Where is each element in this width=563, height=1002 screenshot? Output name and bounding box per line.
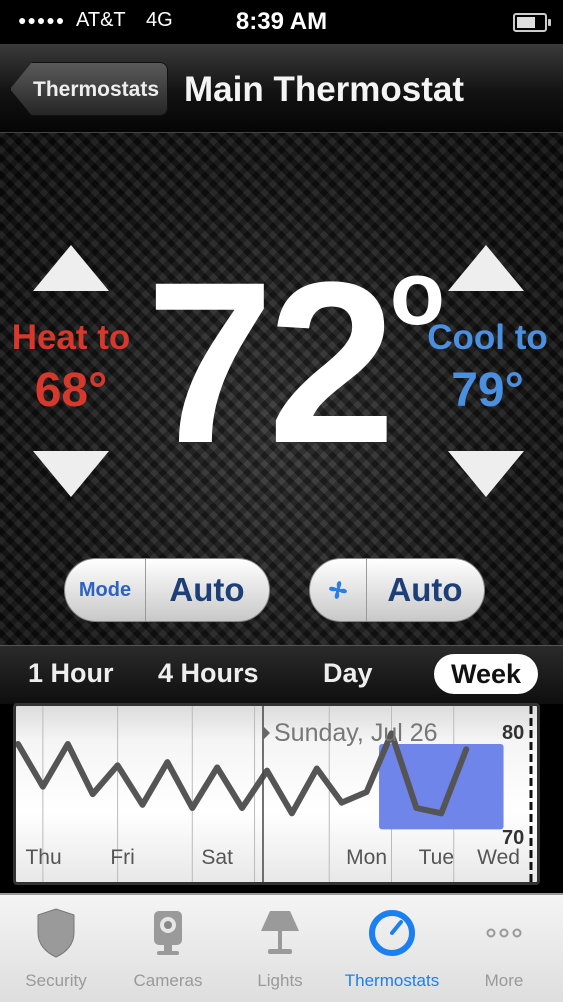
chart-x-tick-label: Mon: [346, 846, 387, 869]
camera-icon: [154, 911, 182, 955]
chart-date-label: Sunday, Jul 26: [274, 719, 438, 747]
tab-cameras[interactable]: Cameras: [112, 895, 224, 1002]
fan-icon: [310, 559, 367, 621]
tab-lights[interactable]: Lights: [224, 895, 336, 1002]
cool-increase-button[interactable]: [448, 245, 524, 291]
chart-x-tick-label: Thu: [25, 846, 61, 869]
tab-day[interactable]: Day: [323, 658, 373, 689]
status-time: 8:39 AM: [235, 8, 328, 35]
thermostat-panel: Heat to 68° 72o Cool to 79° Mode Auto Au…: [0, 133, 563, 645]
heat-increase-button[interactable]: [33, 245, 109, 291]
chart-y-tick-label: 80: [502, 722, 524, 744]
tab-more[interactable]: More: [448, 895, 560, 1002]
mode-selector[interactable]: Mode Auto: [64, 558, 270, 622]
chart-canvas: Sunday, Jul 26 Thu Fri Sat Mon Tue Wed 80 70: [16, 706, 533, 882]
more-icon: [486, 928, 522, 938]
heat-setpoint-label: Heat to: [11, 318, 131, 357]
bottom-tab-bar: Security Cameras Lights Thermostats More: [0, 893, 563, 1002]
tab-label: More: [484, 971, 524, 990]
cool-setpoint-label: Cool to: [427, 318, 548, 357]
battery-level: [517, 17, 535, 28]
time-range-tabs: 1 Hour 4 Hours Day Week: [0, 645, 563, 704]
fan-value: Auto: [387, 571, 463, 608]
heat-setpoint-value: 68°: [34, 364, 108, 417]
chart-date-marker-arrow: [263, 726, 270, 740]
current-temperature-value: 72: [146, 234, 396, 491]
page-title: Main Thermostat: [184, 70, 465, 109]
shield-icon: [37, 908, 75, 958]
tab-label: Cameras: [133, 971, 203, 990]
tab-label: Security: [25, 971, 87, 990]
current-temperature: 72o: [146, 243, 445, 532]
chart-x-tick-label: Tue: [419, 846, 454, 869]
tab-label: Lights: [257, 971, 303, 990]
chart-x-tick-label: Fri: [110, 846, 135, 869]
tab-week[interactable]: Week: [434, 654, 538, 694]
tab-thermostats[interactable]: Thermostats: [336, 895, 448, 1002]
chart-x-tick-label: Sat: [201, 846, 233, 869]
chart-y-tick-label: 70: [502, 827, 524, 849]
lamp-icon: [261, 911, 299, 954]
mode-label: Mode: [65, 559, 146, 621]
battery-icon: [513, 13, 551, 32]
tab-1-hour[interactable]: 1 Hour: [28, 658, 114, 689]
cool-decrease-button[interactable]: [448, 451, 524, 497]
back-button[interactable]: Thermostats: [10, 62, 168, 116]
mode-value: Auto: [169, 571, 245, 608]
heat-decrease-button[interactable]: [33, 451, 109, 497]
tab-security[interactable]: Security: [0, 895, 112, 1002]
fan-selector[interactable]: Auto: [309, 558, 485, 622]
tab-4-hours[interactable]: 4 Hours: [158, 658, 259, 689]
thermostat-icon: [369, 910, 415, 956]
tab-label: Thermostats: [344, 971, 440, 990]
temperature-history-chart[interactable]: Sunday, Jul 26 Thu Fri Sat Mon Tue Wed 80 70: [13, 703, 540, 885]
chart-x-tick-label: Wed: [477, 846, 520, 869]
status-bar: ●●●●● AT&T 4G 8:39 AM: [0, 0, 563, 44]
navigation-bar: Thermostats Main Thermostat: [0, 44, 563, 133]
cool-setpoint-value: 79°: [451, 364, 524, 417]
